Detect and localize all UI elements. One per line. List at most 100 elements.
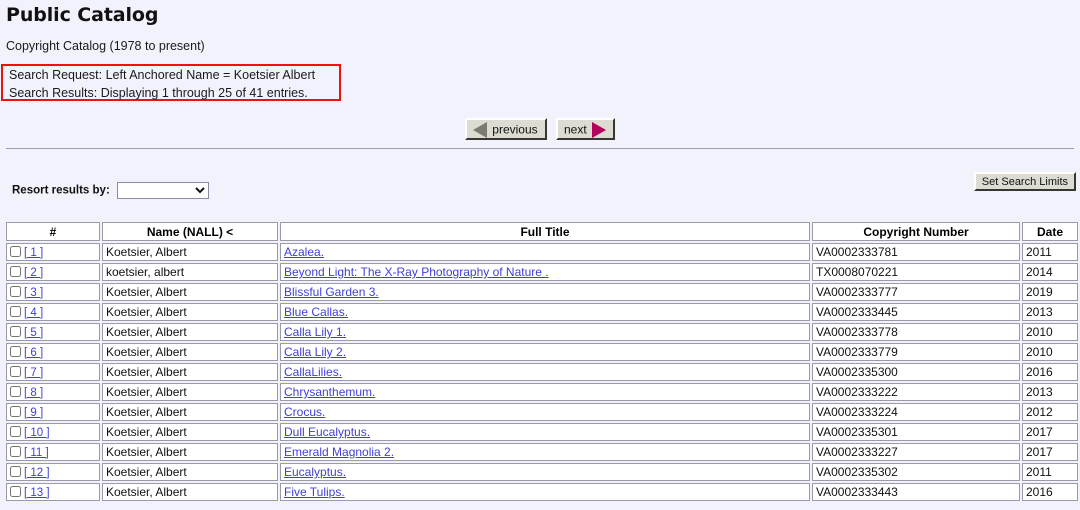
- row-copyright-number-cell: VA0002335302: [812, 463, 1020, 481]
- row-date-cell: 2011: [1022, 463, 1078, 481]
- row-index-link[interactable]: [ 5 ]: [24, 327, 43, 339]
- row-select-cell: [ 1 ]: [6, 243, 100, 261]
- row-title-link[interactable]: Blue Callas.: [284, 305, 348, 319]
- row-title-cell: Blissful Garden 3.: [280, 283, 810, 301]
- row-index-link[interactable]: [ 7 ]: [24, 367, 43, 379]
- row-checkbox[interactable]: [10, 346, 21, 357]
- row-select-cell: [ 5 ]: [6, 323, 100, 341]
- row-title-link[interactable]: Five Tulips.: [284, 485, 345, 499]
- row-index-link[interactable]: [ 9 ]: [24, 407, 43, 419]
- row-name-cell: Koetsier, Albert: [102, 463, 278, 481]
- row-index-link[interactable]: [ 1 ]: [24, 247, 43, 259]
- row-title-cell: Azalea.: [280, 243, 810, 261]
- row-title-link[interactable]: Chrysanthemum.: [284, 385, 375, 399]
- row-date-cell: 2016: [1022, 483, 1078, 501]
- row-checkbox[interactable]: [10, 246, 21, 257]
- row-title-cell: Beyond Light: The X-Ray Photography of N…: [280, 263, 810, 281]
- row-title-link[interactable]: Blissful Garden 3.: [284, 285, 379, 299]
- row-title-cell: Calla Lily 2.: [280, 343, 810, 361]
- table-row: [ 13 ] Koetsier, Albert Five Tulips. VA0002…: [6, 483, 1078, 501]
- row-name-cell: Koetsier, Albert: [102, 443, 278, 461]
- row-title-link[interactable]: Calla Lily 2.: [284, 345, 346, 359]
- row-title-link[interactable]: Calla Lily 1.: [284, 325, 346, 339]
- row-index-link[interactable]: [ 12 ]: [24, 467, 50, 479]
- row-select-cell: [ 13 ]: [6, 483, 100, 501]
- row-title-link[interactable]: Beyond Light: The X-Ray Photography of N…: [284, 265, 549, 279]
- column-header-number[interactable]: #: [6, 222, 100, 241]
- catalog-subtitle: Copyright Catalog (1978 to present): [6, 39, 205, 53]
- row-checkbox[interactable]: [10, 406, 21, 417]
- results-table-body: [ 1 ] Koetsier, Albert Azalea. VA0002333781…: [6, 243, 1078, 501]
- row-name-cell: Koetsier, Albert: [102, 343, 278, 361]
- row-index-link[interactable]: [ 2 ]: [24, 267, 43, 279]
- row-select-cell: [ 4 ]: [6, 303, 100, 321]
- row-checkbox[interactable]: [10, 486, 21, 497]
- row-checkbox[interactable]: [10, 366, 21, 377]
- set-search-limits-button[interactable]: Set Search Limits: [973, 172, 1076, 191]
- row-index-link[interactable]: [ 4 ]: [24, 307, 43, 319]
- next-button[interactable]: next: [556, 118, 615, 140]
- row-name-cell: Koetsier, Albert: [102, 243, 278, 261]
- row-select-cell: [ 7 ]: [6, 363, 100, 381]
- row-checkbox[interactable]: [10, 306, 21, 317]
- pagination-nav: previous next: [0, 118, 1080, 140]
- column-header-full-title[interactable]: Full Title: [280, 222, 810, 241]
- triangle-right-icon: [591, 122, 606, 138]
- row-date-cell: 2014: [1022, 263, 1078, 281]
- row-index-link[interactable]: [ 13 ]: [24, 487, 50, 499]
- page-title: Public Catalog: [6, 4, 159, 26]
- row-date-cell: 2013: [1022, 383, 1078, 401]
- table-row: [ 7 ] Koetsier, Albert CallaLilies. VA00023…: [6, 363, 1078, 381]
- search-summary-box: Search Request: Left Anchored Name = Koe…: [1, 64, 341, 101]
- row-date-cell: 2011: [1022, 243, 1078, 261]
- table-row: [ 6 ] Koetsier, Albert Calla Lily 2. VA0002…: [6, 343, 1078, 361]
- row-index-link[interactable]: [ 10 ]: [24, 427, 50, 439]
- row-title-link[interactable]: Crocus.: [284, 405, 325, 419]
- row-title-link[interactable]: Eucalyptus.: [284, 465, 346, 479]
- row-title-cell: Crocus.: [280, 403, 810, 421]
- row-name-cell: Koetsier, Albert: [102, 363, 278, 381]
- table-row: [ 1 ] Koetsier, Albert Azalea. VA0002333781…: [6, 243, 1078, 261]
- row-copyright-number-cell: VA0002333445: [812, 303, 1020, 321]
- row-name-cell: Koetsier, Albert: [102, 303, 278, 321]
- row-checkbox[interactable]: [10, 386, 21, 397]
- row-select-cell: [ 2 ]: [6, 263, 100, 281]
- row-copyright-number-cell: VA0002333227: [812, 443, 1020, 461]
- row-index-link[interactable]: [ 11 ]: [24, 447, 49, 459]
- row-checkbox[interactable]: [10, 286, 21, 297]
- row-checkbox[interactable]: [10, 466, 21, 477]
- row-checkbox[interactable]: [10, 266, 21, 277]
- row-checkbox[interactable]: [10, 446, 21, 457]
- page-root: Public Catalog Copyright Catalog (1978 t…: [0, 4, 1080, 503]
- row-title-cell: Five Tulips.: [280, 483, 810, 501]
- table-row: [ 10 ] Koetsier, Albert Dull Eucalyptus. VA…: [6, 423, 1078, 441]
- column-header-date[interactable]: Date: [1022, 222, 1078, 241]
- row-index-link[interactable]: [ 3 ]: [24, 287, 43, 299]
- row-select-cell: [ 12 ]: [6, 463, 100, 481]
- row-title-link[interactable]: Emerald Magnolia 2.: [284, 445, 394, 459]
- row-copyright-number-cell: VA0002335301: [812, 423, 1020, 441]
- row-title-cell: Blue Callas.: [280, 303, 810, 321]
- column-header-copyright-number[interactable]: Copyright Number: [812, 222, 1020, 241]
- search-results-text: Search Results: Displaying 1 through 25 …: [9, 85, 308, 100]
- table-header-row: # Name (NALL) < Full Title Copyright Num…: [6, 222, 1078, 241]
- table-row: [ 12 ] Koetsier, Albert Eucalyptus. VA00023…: [6, 463, 1078, 481]
- row-select-cell: [ 8 ]: [6, 383, 100, 401]
- row-checkbox[interactable]: [10, 326, 21, 337]
- row-title-link[interactable]: Dull Eucalyptus.: [284, 425, 370, 439]
- row-select-cell: [ 6 ]: [6, 343, 100, 361]
- column-header-name[interactable]: Name (NALL) <: [102, 222, 278, 241]
- row-copyright-number-cell: VA0002333222: [812, 383, 1020, 401]
- resort-select[interactable]: [116, 182, 209, 199]
- row-title-link[interactable]: Azalea.: [284, 245, 324, 259]
- row-index-link[interactable]: [ 8 ]: [24, 387, 43, 399]
- row-index-link[interactable]: [ 6 ]: [24, 347, 43, 359]
- row-title-cell: Dull Eucalyptus.: [280, 423, 810, 441]
- row-checkbox[interactable]: [10, 426, 21, 437]
- row-title-link[interactable]: CallaLilies.: [284, 365, 342, 379]
- row-title-cell: Calla Lily 1.: [280, 323, 810, 341]
- table-row: [ 3 ] Koetsier, Albert Blissful Garden 3. V…: [6, 283, 1078, 301]
- previous-button[interactable]: previous: [465, 118, 547, 140]
- row-title-cell: Emerald Magnolia 2.: [280, 443, 810, 461]
- table-row: [ 5 ] Koetsier, Albert Calla Lily 1. VA0002…: [6, 323, 1078, 341]
